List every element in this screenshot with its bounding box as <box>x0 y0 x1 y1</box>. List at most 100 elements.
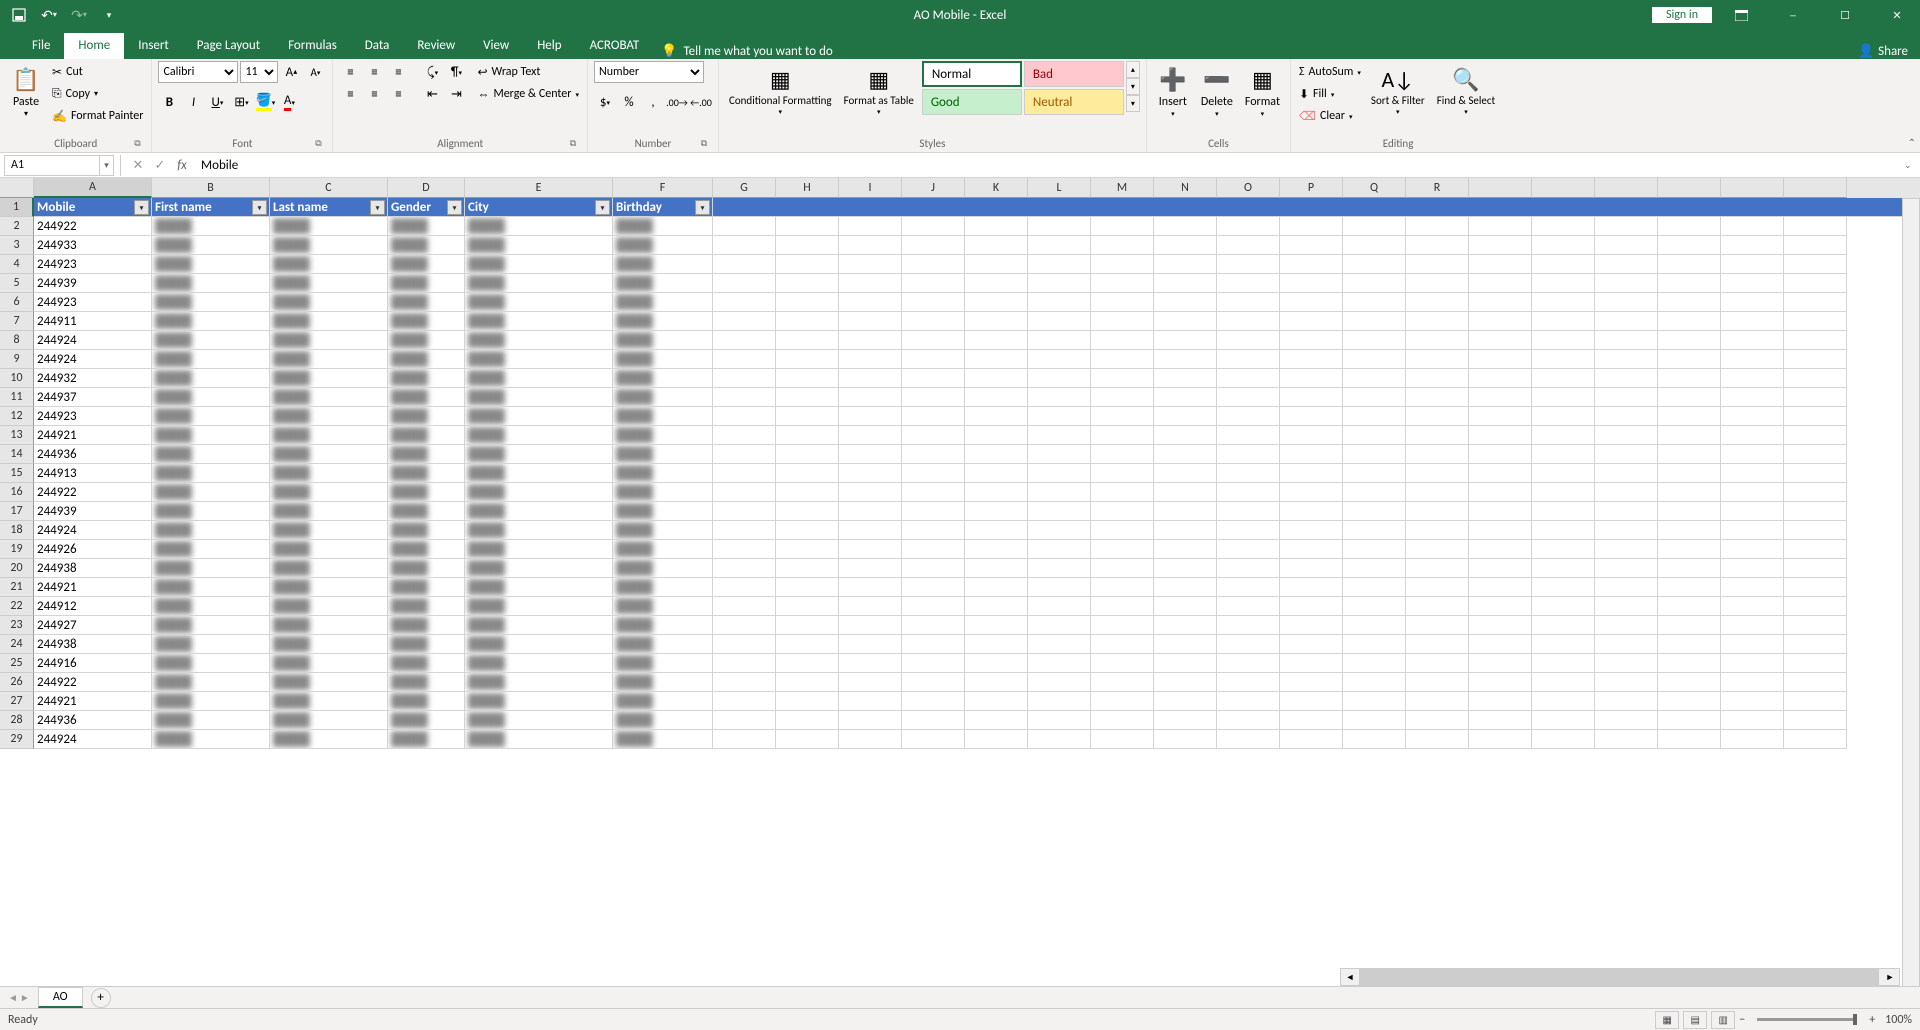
redo-icon[interactable]: ↷ ▾ <box>70 6 88 24</box>
zoom-out-icon[interactable]: − <box>1739 1013 1745 1027</box>
cell[interactable]: ████ <box>152 692 270 711</box>
cell[interactable]: ████ <box>270 255 388 274</box>
cell[interactable]: ████ <box>613 388 713 407</box>
filter-dropdown-icon[interactable]: ▾ <box>595 200 610 215</box>
row-header[interactable]: 19 <box>0 540 34 559</box>
cell[interactable]: ████ <box>613 711 713 730</box>
cell[interactable]: ████ <box>152 464 270 483</box>
find-select-button[interactable]: 🔍Find & Select▾ <box>1433 61 1499 118</box>
cell-mobile[interactable]: 244933 <box>34 236 152 255</box>
cell-mobile[interactable]: 244921 <box>34 578 152 597</box>
page-layout-view-icon[interactable]: ▤ <box>1683 1011 1707 1029</box>
cell[interactable]: ████ <box>465 274 613 293</box>
align-center-icon[interactable]: ≡ <box>363 83 385 105</box>
cell[interactable]: ████ <box>465 426 613 445</box>
number-launcher-icon[interactable]: ⧉ <box>698 138 710 150</box>
clipboard-launcher-icon[interactable]: ⧉ <box>131 138 143 150</box>
merge-center-button[interactable]: ⇔Merge & Center▾ <box>475 83 581 105</box>
row-header[interactable]: 5 <box>0 274 34 293</box>
cell[interactable]: ████ <box>152 331 270 350</box>
tab-data[interactable]: Data <box>351 33 404 59</box>
cell-mobile[interactable]: 244936 <box>34 711 152 730</box>
cell[interactable]: ████ <box>465 654 613 673</box>
cell[interactable]: ████ <box>152 730 270 749</box>
cell[interactable]: ████ <box>613 578 713 597</box>
row-header[interactable]: 13 <box>0 426 34 445</box>
cell[interactable]: ████ <box>270 445 388 464</box>
cell[interactable]: ████ <box>388 635 465 654</box>
cell[interactable]: ████ <box>388 654 465 673</box>
format-painter-button[interactable]: ✍Format Painter <box>50 105 145 127</box>
cell[interactable]: ████ <box>613 407 713 426</box>
row-header[interactable]: 28 <box>0 711 34 730</box>
col-header-C[interactable]: C <box>270 178 388 198</box>
cell[interactable]: ████ <box>152 236 270 255</box>
tab-help[interactable]: Help <box>523 33 575 59</box>
cell[interactable]: ████ <box>152 540 270 559</box>
cell[interactable]: ████ <box>465 578 613 597</box>
col-header-I[interactable]: I <box>839 178 902 198</box>
row-header[interactable]: 20 <box>0 559 34 578</box>
share-button[interactable]: 👤 Share <box>1858 44 1908 59</box>
name-box-dropdown-icon[interactable]: ▾ <box>100 155 114 176</box>
cell[interactable]: ████ <box>613 540 713 559</box>
cell[interactable]: ████ <box>270 388 388 407</box>
cell[interactable]: ████ <box>270 540 388 559</box>
sign-in-button[interactable]: Sign in <box>1652 7 1712 23</box>
tab-acrobat[interactable]: ACROBAT <box>576 33 654 59</box>
cell-mobile[interactable]: 244912 <box>34 597 152 616</box>
cell-mobile[interactable]: 244923 <box>34 407 152 426</box>
cell-mobile[interactable]: 244922 <box>34 217 152 236</box>
col-header-A[interactable]: A <box>34 178 152 198</box>
cell-mobile[interactable]: 244939 <box>34 274 152 293</box>
cell[interactable]: ████ <box>270 236 388 255</box>
table-header-first[interactable]: First name▾ <box>152 198 270 217</box>
tab-insert[interactable]: Insert <box>124 33 183 59</box>
align-top-icon[interactable]: ≡ <box>339 61 361 83</box>
ribbon-display-icon[interactable] <box>1718 0 1764 30</box>
cell[interactable]: ████ <box>388 445 465 464</box>
cell[interactable]: ████ <box>270 521 388 540</box>
col-header-K[interactable]: K <box>965 178 1028 198</box>
row-header[interactable]: 8 <box>0 331 34 350</box>
cell[interactable]: ████ <box>465 388 613 407</box>
sheet-tab[interactable]: AO <box>38 987 83 1008</box>
decrease-indent-icon[interactable]: ⇤ <box>421 83 443 105</box>
cell[interactable]: ████ <box>270 426 388 445</box>
cell[interactable]: ████ <box>270 369 388 388</box>
cell[interactable]: ████ <box>270 483 388 502</box>
cell[interactable]: ████ <box>613 369 713 388</box>
cell[interactable]: ████ <box>270 464 388 483</box>
cell[interactable]: ████ <box>270 711 388 730</box>
col-header-Q[interactable]: Q <box>1343 178 1406 198</box>
row-header[interactable]: 11 <box>0 388 34 407</box>
orientation-icon[interactable]: ⤹▾ <box>421 61 443 83</box>
cell[interactable]: ████ <box>613 331 713 350</box>
cell[interactable]: ████ <box>465 445 613 464</box>
undo-icon[interactable]: ↶ ▾ <box>40 6 58 24</box>
cell[interactable]: ████ <box>152 711 270 730</box>
cell-mobile[interactable]: 244922 <box>34 673 152 692</box>
style-down-icon[interactable]: ▾ <box>1126 78 1140 95</box>
cell[interactable]: ████ <box>388 559 465 578</box>
cell[interactable]: ████ <box>465 673 613 692</box>
cell[interactable]: ████ <box>613 293 713 312</box>
col-header-R[interactable]: R <box>1406 178 1469 198</box>
close-icon[interactable]: ✕ <box>1874 0 1920 30</box>
cell[interactable]: ████ <box>465 616 613 635</box>
cell[interactable]: ████ <box>465 255 613 274</box>
cell[interactable]: ████ <box>152 521 270 540</box>
cell[interactable]: ████ <box>270 654 388 673</box>
table-header-city[interactable]: City▾ <box>465 198 613 217</box>
cell[interactable]: ████ <box>388 483 465 502</box>
row-header[interactable]: 23 <box>0 616 34 635</box>
zoom-in-icon[interactable]: + <box>1869 1013 1875 1027</box>
cell[interactable]: ████ <box>388 616 465 635</box>
col-header-J[interactable]: J <box>902 178 965 198</box>
cell[interactable]: ████ <box>465 464 613 483</box>
col-header-O[interactable]: O <box>1217 178 1280 198</box>
cell[interactable]: ████ <box>388 597 465 616</box>
border-icon[interactable]: ⊞▾ <box>230 91 252 113</box>
cell[interactable]: ████ <box>465 350 613 369</box>
cell[interactable]: ████ <box>465 521 613 540</box>
